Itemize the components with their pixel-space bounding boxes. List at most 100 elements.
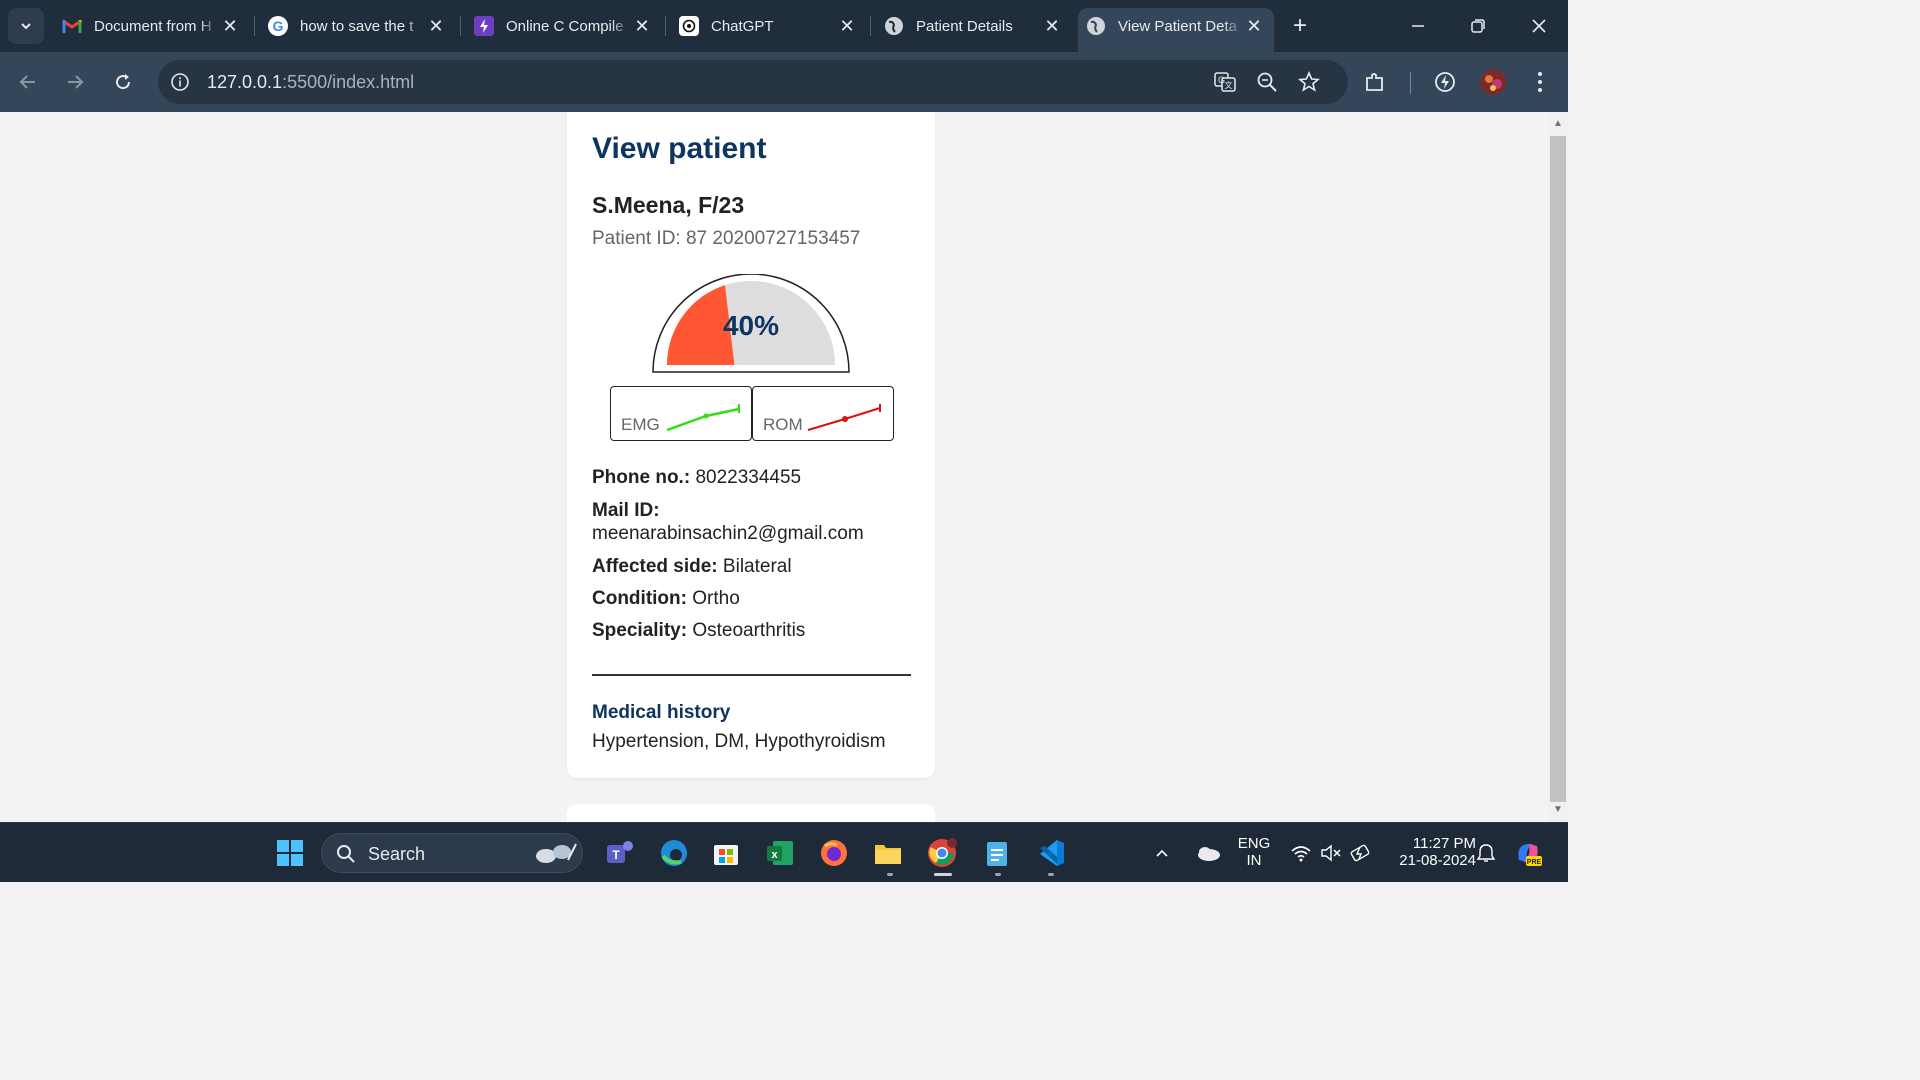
close-icon[interactable]: ✕ [630, 14, 654, 38]
battery-charging-icon[interactable] [1346, 835, 1374, 871]
google-icon: G [268, 16, 288, 36]
page-scrollbar[interactable]: ▲ ▼ [1548, 112, 1568, 822]
close-icon[interactable]: ✕ [1242, 14, 1266, 38]
field-value: 8022334455 [695, 467, 802, 488]
onedrive-icon[interactable] [1190, 835, 1226, 871]
translate-icon[interactable]: G文 [1213, 70, 1237, 94]
copilot-icon[interactable]: PRE [1510, 835, 1546, 871]
search-label: Search [368, 844, 426, 864]
svg-text:T: T [612, 848, 620, 862]
edge-icon[interactable] [656, 835, 692, 871]
running-indicator [887, 873, 893, 876]
close-icon[interactable]: ✕ [835, 14, 859, 38]
scroll-up-icon[interactable]: ▲ [1552, 118, 1564, 130]
tab-online-compiler[interactable]: Online C Compile ✕ [466, 8, 662, 44]
notifications-icon[interactable] [1472, 835, 1500, 871]
profile-avatar[interactable] [1479, 68, 1507, 96]
vscode-icon[interactable] [1033, 835, 1069, 871]
scrollbar-thumb[interactable] [1550, 136, 1566, 802]
new-tab-button[interactable]: + [1286, 12, 1314, 40]
bolt-icon [474, 16, 494, 36]
start-button[interactable] [272, 835, 308, 871]
chatgpt-icon [679, 16, 699, 36]
medical-history-text: Hypertension, DM, Hypothyroidism [592, 731, 886, 752]
scroll-down-icon[interactable]: ▼ [1552, 804, 1564, 816]
extensions-icon[interactable] [1361, 68, 1389, 96]
globe-icon [1086, 16, 1106, 36]
teams-icon[interactable]: T [602, 835, 638, 871]
emg-label: EMG [621, 415, 660, 434]
close-icon[interactable]: ✕ [1040, 14, 1064, 38]
progress-gauge: 40% [652, 273, 850, 379]
clock[interactable]: 11:27 PM 21-08-2024 [1380, 835, 1476, 869]
language-code: ENG [1237, 835, 1271, 852]
close-icon [1532, 19, 1546, 33]
field-label: Affected side: [592, 556, 718, 577]
performance-icon[interactable] [1431, 68, 1459, 96]
firefox-icon[interactable] [816, 835, 852, 871]
browser-toolbar: 127.0.0.1:5500/index.html G文 [0, 52, 1568, 112]
minimize-icon [1412, 25, 1424, 27]
back-button[interactable] [12, 66, 44, 98]
field-value: Osteoarthritis [692, 620, 806, 641]
volume-muted-icon[interactable] [1317, 835, 1345, 871]
field-phone: Phone no.: 8022334455 [592, 466, 801, 489]
section-divider [592, 674, 911, 676]
url-host: 127.0.0.1 [207, 72, 283, 92]
reload-button[interactable] [107, 66, 139, 98]
site-info-icon[interactable] [168, 70, 192, 94]
restore-button[interactable] [1453, 8, 1503, 44]
tab-title: Online C Compile [506, 17, 624, 35]
wifi-icon[interactable] [1287, 835, 1315, 871]
tab-gmail[interactable]: Document from H ✕ [54, 8, 250, 44]
field-value: meenarabinsachin2@gmail.com [592, 523, 864, 544]
tab-title: how to save the t [300, 17, 414, 35]
menu-kebab-icon[interactable] [1526, 68, 1554, 96]
tab-separator [460, 16, 461, 36]
minimize-button[interactable] [1393, 8, 1443, 44]
zoom-icon[interactable] [1255, 70, 1279, 94]
tab-separator [665, 16, 666, 36]
field-condition: Condition: Ortho [592, 587, 740, 610]
file-explorer-icon[interactable] [870, 835, 906, 871]
patient-id: Patient ID: 87 20200727153457 [592, 228, 861, 249]
tab-separator [870, 16, 871, 36]
search-icon [337, 845, 355, 863]
tab-view-patient-details[interactable]: View Patient Deta ✕ [1078, 8, 1274, 52]
tab-patient-details[interactable]: Patient Details ✕ [876, 8, 1072, 44]
tab-separator [254, 16, 255, 36]
toolbar-separator [1410, 72, 1411, 94]
tab-chatgpt[interactable]: ChatGPT ✕ [671, 8, 867, 44]
tab-google-search[interactable]: G how to save the t ✕ [260, 8, 456, 44]
gauge-percent-label: 40% [722, 310, 780, 341]
excel-icon[interactable]: x [762, 835, 798, 871]
bookmark-star-icon[interactable] [1297, 70, 1321, 94]
arrow-left-icon [19, 75, 35, 89]
close-icon[interactable]: ✕ [424, 14, 448, 38]
field-affected-side: Affected side: Bilateral [592, 555, 792, 578]
emg-card[interactable]: EMG [610, 386, 752, 441]
store-icon[interactable] [708, 835, 744, 871]
svg-text:文: 文 [1225, 80, 1233, 90]
close-window-button[interactable] [1514, 8, 1564, 44]
address-bar[interactable]: 127.0.0.1:5500/index.html G文 [158, 60, 1348, 104]
tab-search-button[interactable] [8, 8, 44, 44]
close-icon[interactable]: ✕ [218, 14, 242, 38]
patient-card: View patient S.Meena, F/23 Patient ID: 8… [567, 112, 935, 778]
language-indicator[interactable]: ENG IN [1232, 835, 1276, 869]
notepad-icon[interactable] [979, 835, 1015, 871]
rom-card[interactable]: ROM [752, 386, 894, 441]
field-label: Mail ID: [592, 500, 660, 521]
chrome-icon[interactable] [924, 835, 960, 871]
forward-button[interactable] [59, 66, 91, 98]
chevron-up-icon[interactable] [1150, 835, 1174, 871]
tab-strip: Document from H ✕ G how to save the t ✕ … [0, 0, 1568, 52]
field-label: Condition: [592, 588, 687, 609]
chevron-down-icon [21, 23, 31, 30]
taskbar-search[interactable]: Search [321, 833, 583, 873]
active-indicator [934, 873, 952, 876]
page-title: View patient [592, 132, 767, 165]
gmail-icon [62, 16, 82, 36]
running-indicator [995, 873, 1001, 876]
tab-title: Patient Details [916, 17, 1013, 35]
